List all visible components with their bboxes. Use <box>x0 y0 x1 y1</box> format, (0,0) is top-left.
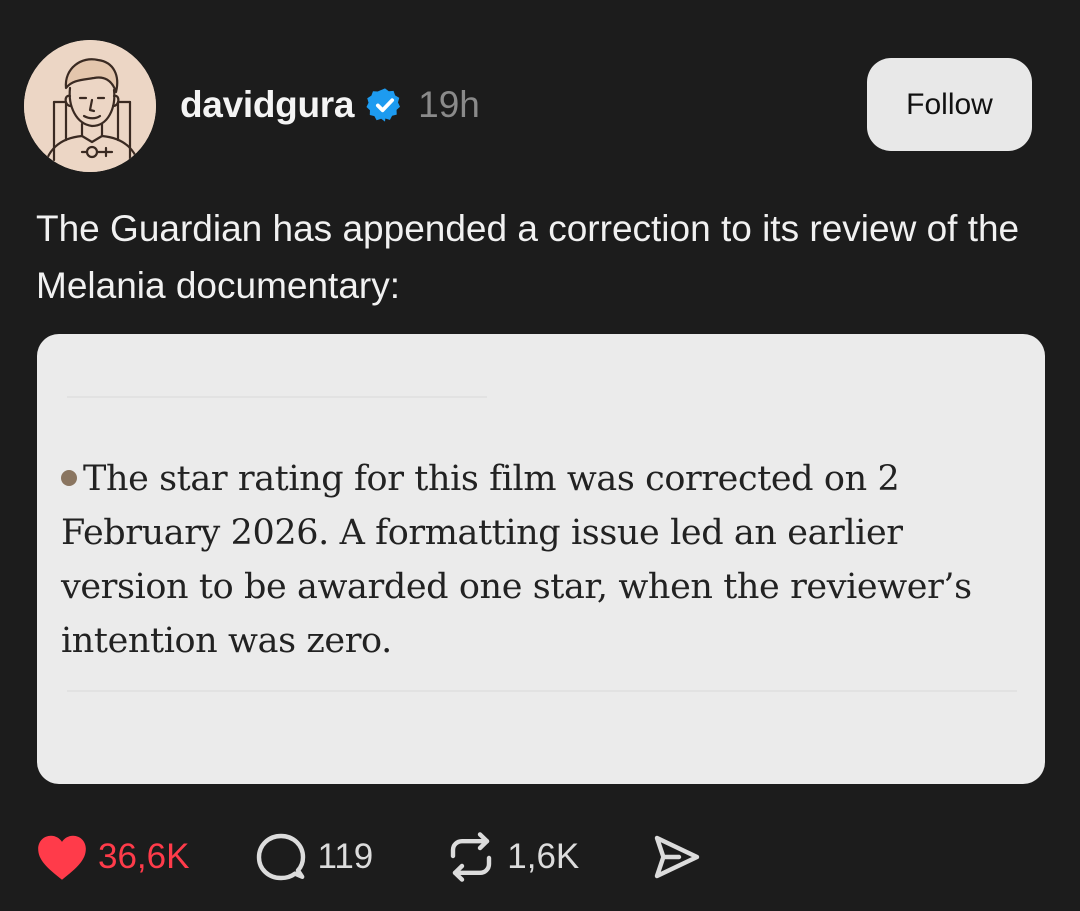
quoted-image-card[interactable]: The star rating for this film was correc… <box>37 334 1045 784</box>
like-button[interactable]: 36,6K <box>36 833 189 881</box>
avatar-illustration <box>24 40 156 172</box>
repost-count: 1,6K <box>507 837 580 876</box>
correction-text: The star rating for this film was correc… <box>61 459 972 661</box>
post: davidgura 19h Follow The Guardian has ap… <box>0 0 1080 911</box>
repost-icon <box>451 832 492 882</box>
action-bar: 36,6K 119 1,6K <box>36 826 701 888</box>
post-header: davidgura 19h <box>180 80 480 130</box>
share-send-icon <box>655 835 700 879</box>
timestamp: 19h <box>418 84 480 125</box>
faint-divider <box>67 396 487 398</box>
reply-button[interactable]: 119 <box>255 832 373 882</box>
username[interactable]: davidgura <box>180 84 354 126</box>
reply-count: 119 <box>317 837 374 876</box>
avatar[interactable] <box>24 40 156 172</box>
like-count: 36,6K <box>98 837 190 876</box>
share-button[interactable] <box>651 833 701 881</box>
faint-divider <box>67 690 1017 692</box>
correction-notice: The star rating for this film was correc… <box>61 452 1021 668</box>
post-text: The Guardian has appended a correction t… <box>36 208 1020 306</box>
verified-badge-icon <box>366 88 401 122</box>
repost-button[interactable]: 1,6K <box>445 832 579 882</box>
reply-bubble-icon <box>257 833 306 881</box>
heart-icon <box>38 835 86 880</box>
bullet-icon <box>61 469 77 486</box>
follow-button[interactable]: Follow <box>867 58 1032 151</box>
